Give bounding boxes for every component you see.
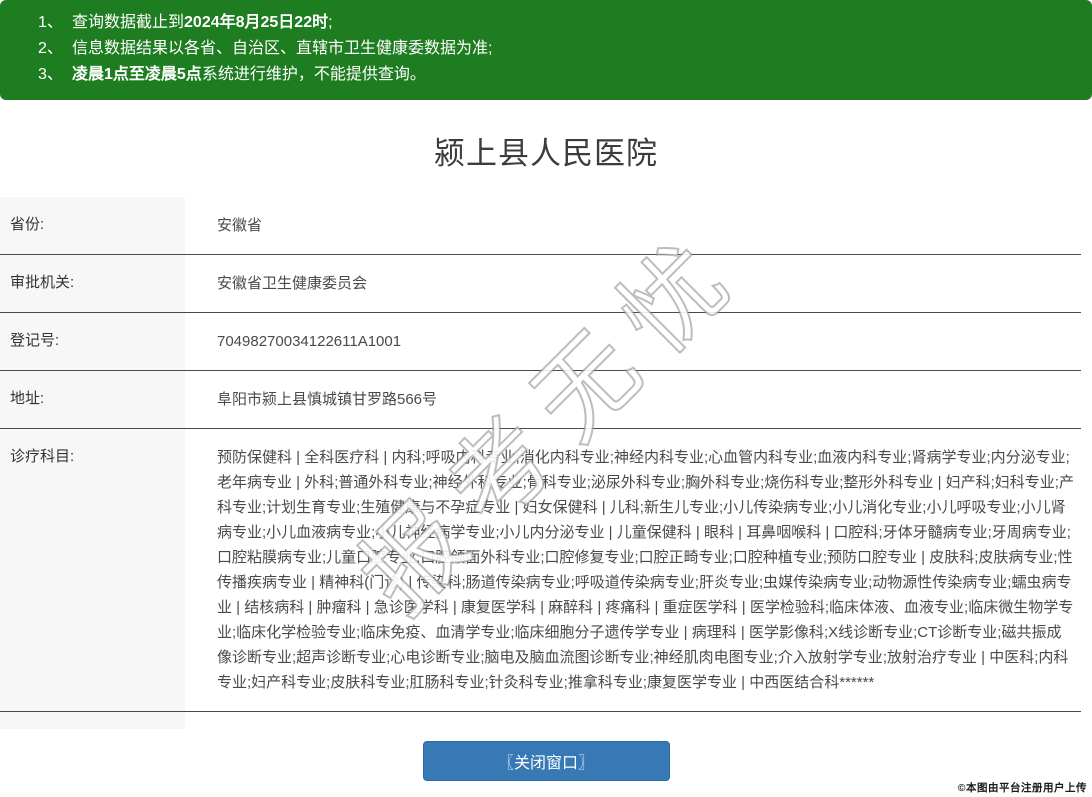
row-value: 预防保健科 | 全科医疗科 | 内科;呼吸内科专业;消化内科专业;神经内科专业;… [217,449,1074,691]
notice-text: 查询数据截止到2024年8月25日22时; [72,14,333,31]
notice-number: 1、 [38,14,63,31]
notice-line-3: 3、 凌晨1点至凌晨5点系统进行维护，不能提供查询。 [20,62,1072,88]
notice-banner: 1、 查询数据截止到2024年8月25日22时; 2、 信息数据结果以各省、自治… [0,0,1092,100]
row-value [185,712,1081,729]
page-title: 颍上县人民医院 [434,136,658,171]
copyright-note: ©本图由平台注册用户上传 [957,782,1087,794]
row-value: 70498270034122611A1001 [217,333,402,350]
notice-line-1: 1、 查询数据截止到2024年8月25日22时; [20,10,1072,36]
notice-number: 3、 [38,66,63,83]
row-value: 阜阳市颍上县慎城镇甘罗路566号 [217,391,438,408]
notice-text: 凌晨1点至凌晨5点系统进行维护，不能提供查询。 [72,66,426,83]
table-row-address: 地址: 阜阳市颍上县慎城镇甘罗路566号 [0,371,1081,429]
close-window-button[interactable]: 〖关闭窗口〗 [422,741,670,781]
row-label: 地址: [0,371,185,428]
notice-text: 信息数据结果以各省、自治区、直辖市卫生健康委数据为准; [72,40,493,57]
table-row-departments: 诊疗科目: 预防保健科 | 全科医疗科 | 内科;呼吸内科专业;消化内科专业;神… [0,429,1081,712]
row-label: 审批机关: [0,255,185,312]
row-value: 安徽省 [217,217,263,234]
row-label: 省份: [0,197,185,254]
table-row-partial [0,712,1081,729]
row-label [0,712,185,729]
notice-line-2: 2、 信息数据结果以各省、自治区、直辖市卫生健康委数据为准; [20,36,1072,62]
notice-number: 2、 [38,40,63,57]
table-row-approval-authority: 审批机关: 安徽省卫生健康委员会 [0,255,1081,313]
table-row-registration-number: 登记号: 70498270034122611A1001 [0,313,1081,371]
hospital-info-table: 省份: 安徽省 审批机关: 安徽省卫生健康委员会 登记号: 7049827003… [0,197,1081,729]
button-bar: 〖关闭窗口〗 [0,741,1092,781]
row-label: 诊疗科目: [0,429,185,711]
table-row-province: 省份: 安徽省 [0,197,1081,255]
row-value: 安徽省卫生健康委员会 [217,275,368,292]
row-label: 登记号: [0,313,185,370]
